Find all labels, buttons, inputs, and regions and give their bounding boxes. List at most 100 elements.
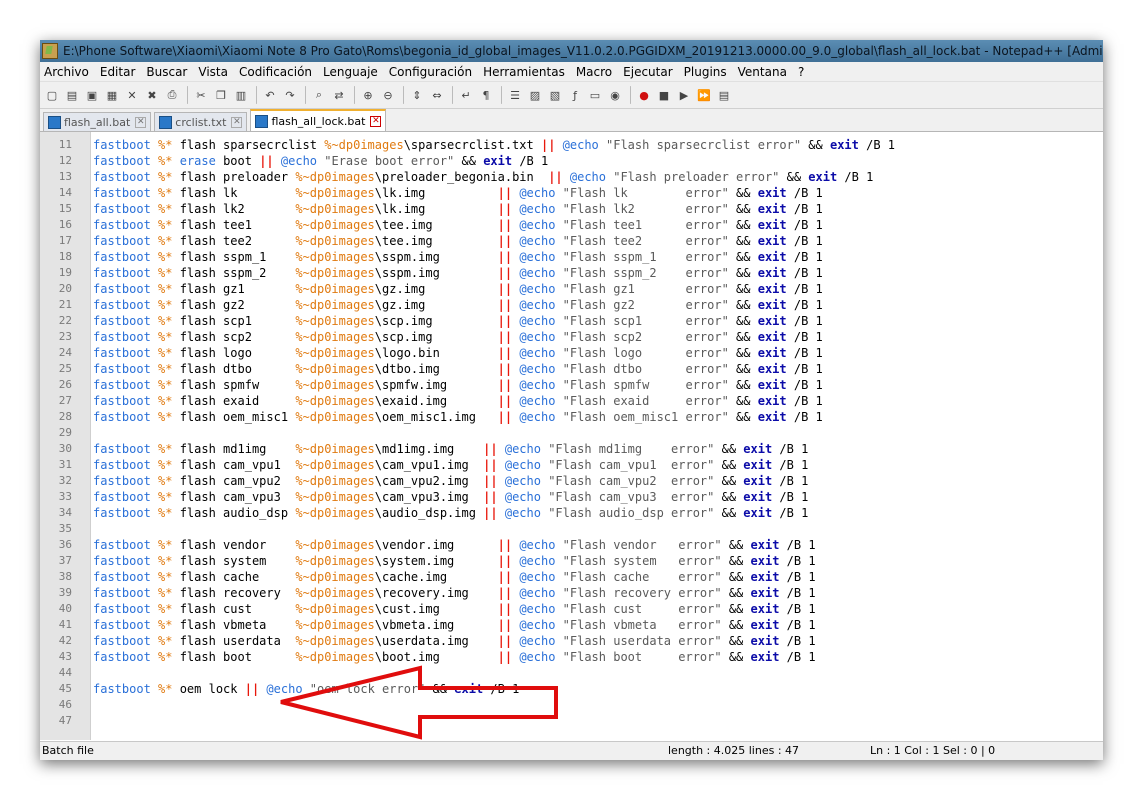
- token: "Flash spmfw error": [555, 378, 729, 392]
- tab-1[interactable]: crclist.txt ✕: [154, 112, 248, 131]
- menu-item-4[interactable]: Codificación: [239, 65, 312, 79]
- cut-icon[interactable]: ✂: [193, 87, 209, 103]
- code-line[interactable]: 36 fastboot %* flash vendor %~dp0images\v…: [40, 537, 1103, 553]
- code-line[interactable]: 16 fastboot %* flash tee1 %~dp0images\tee…: [40, 217, 1103, 233]
- code-line[interactable]: 13 fastboot %* flash preloader %~dp0image…: [40, 169, 1103, 185]
- doc-map-icon[interactable]: ▧: [547, 87, 563, 103]
- user-language-icon[interactable]: ▨: [527, 87, 543, 103]
- code-line[interactable]: 44: [40, 665, 1103, 681]
- code-line[interactable]: 11 fastboot %* flash sparsecrclist %~dp0i…: [40, 137, 1103, 153]
- new-file-icon[interactable]: ▢: [44, 87, 60, 103]
- menu-item-10[interactable]: Plugins: [684, 65, 727, 79]
- code-line[interactable]: 18 fastboot %* flash sspm_1 %~dp0images\s…: [40, 249, 1103, 265]
- menu-item-11[interactable]: Ventana: [738, 65, 787, 79]
- token: ||: [497, 330, 513, 344]
- play-macro-icon[interactable]: ▶: [676, 87, 692, 103]
- tab-0[interactable]: flash_all.bat ✕: [43, 112, 152, 131]
- code-line[interactable]: 21 fastboot %* flash gz2 %~dp0images\gz.i…: [40, 297, 1103, 313]
- code-line[interactable]: 42 fastboot %* flash userdata %~dp0images…: [40, 633, 1103, 649]
- save-macro-icon[interactable]: ▤: [716, 87, 732, 103]
- code-line[interactable]: 38 fastboot %* flash cache %~dp0images\ca…: [40, 569, 1103, 585]
- zoom-in-icon[interactable]: ⊕: [360, 87, 376, 103]
- token: flash audio_dsp: [172, 506, 296, 520]
- code-line[interactable]: 33 fastboot %* flash cam_vpu3 %~dp0images…: [40, 489, 1103, 505]
- token: %*: [158, 602, 173, 616]
- sync-vertical-icon[interactable]: ⇕: [409, 87, 425, 103]
- code-line[interactable]: 22 fastboot %* flash scp1 %~dp0images\scp…: [40, 313, 1103, 329]
- code-line[interactable]: 43 fastboot %* flash boot %~dp0images\boo…: [40, 649, 1103, 665]
- menu-item-12[interactable]: ?: [798, 65, 804, 79]
- sync-horizontal-icon[interactable]: ⇔: [429, 87, 445, 103]
- line-text: fastboot %* flash scp1 %~dp0images\scp.i…: [72, 313, 823, 329]
- code-line[interactable]: 28 fastboot %* flash oem_misc1 %~dp0image…: [40, 409, 1103, 425]
- copy-icon[interactable]: ❐: [213, 87, 229, 103]
- monitor-icon[interactable]: ◉: [607, 87, 623, 103]
- tab-close-icon[interactable]: ✕: [231, 116, 243, 128]
- code-line[interactable]: 27 fastboot %* flash exaid %~dp0images\ex…: [40, 393, 1103, 409]
- undo-icon[interactable]: ↶: [262, 87, 278, 103]
- zoom-out-icon[interactable]: ⊖: [380, 87, 396, 103]
- code-line[interactable]: 30 fastboot %* flash md1img %~dp0images\m…: [40, 441, 1103, 457]
- save-icon[interactable]: ▣: [84, 87, 100, 103]
- code-line[interactable]: 32 fastboot %* flash cam_vpu2 %~dp0images…: [40, 473, 1103, 489]
- print-icon[interactable]: ⎙: [164, 87, 180, 103]
- code-line[interactable]: 12 fastboot %* erase boot || @echo "Erase…: [40, 153, 1103, 169]
- code-line[interactable]: 46: [40, 697, 1103, 713]
- editor-area[interactable]: 11 fastboot %* flash sparsecrclist %~dp0i…: [40, 132, 1103, 740]
- close-icon[interactable]: ✕: [124, 87, 140, 103]
- code-line[interactable]: 23 fastboot %* flash scp2 %~dp0images\scp…: [40, 329, 1103, 345]
- menu-item-8[interactable]: Macro: [576, 65, 612, 79]
- token: @echo: [519, 586, 556, 600]
- menu-item-9[interactable]: Ejecutar: [623, 65, 673, 79]
- code-line[interactable]: 37 fastboot %* flash system %~dp0images\s…: [40, 553, 1103, 569]
- menu-item-3[interactable]: Vista: [198, 65, 228, 79]
- record-macro-icon[interactable]: ●: [636, 87, 652, 103]
- token: /B 1: [786, 362, 823, 376]
- menu-item-1[interactable]: Editar: [100, 65, 136, 79]
- code-view[interactable]: 11 fastboot %* flash sparsecrclist %~dp0i…: [40, 137, 1103, 729]
- code-line[interactable]: 24 fastboot %* flash logo %~dp0images\log…: [40, 345, 1103, 361]
- code-line[interactable]: 45 fastboot %* oem lock || @echo "oem loc…: [40, 681, 1103, 697]
- paste-icon[interactable]: ▥: [233, 87, 249, 103]
- find-icon[interactable]: ⌕: [311, 87, 327, 103]
- code-line[interactable]: 39 fastboot %* flash recovery %~dp0images…: [40, 585, 1103, 601]
- code-line[interactable]: 17 fastboot %* flash tee2 %~dp0images\tee…: [40, 233, 1103, 249]
- function-list-icon[interactable]: ƒ: [567, 87, 583, 103]
- code-line[interactable]: 31 fastboot %* flash cam_vpu1 %~dp0images…: [40, 457, 1103, 473]
- menu-item-7[interactable]: Herramientas: [483, 65, 565, 79]
- open-file-icon[interactable]: ▤: [64, 87, 80, 103]
- tab-2[interactable]: flash_all_lock.bat ✕: [250, 109, 387, 131]
- code-line[interactable]: 19 fastboot %* flash sspm_2 %~dp0images\s…: [40, 265, 1103, 281]
- save-all-icon[interactable]: ▦: [104, 87, 120, 103]
- word-wrap-icon[interactable]: ↵: [458, 87, 474, 103]
- show-all-chars-icon[interactable]: ¶: [478, 87, 494, 103]
- code-line[interactable]: 35: [40, 521, 1103, 537]
- code-line[interactable]: 41 fastboot %* flash vbmeta %~dp0images\v…: [40, 617, 1103, 633]
- token: "Flash tee1 error": [555, 218, 729, 232]
- line-number: 11: [58, 138, 72, 151]
- code-line[interactable]: 20 fastboot %* flash gz1 %~dp0images\gz.i…: [40, 281, 1103, 297]
- code-line[interactable]: 47: [40, 713, 1103, 729]
- folder-icon[interactable]: ▭: [587, 87, 603, 103]
- code-line[interactable]: 25 fastboot %* flash dtbo %~dp0images\dtb…: [40, 361, 1103, 377]
- code-line[interactable]: 15 fastboot %* flash lk2 %~dp0images\lk.i…: [40, 201, 1103, 217]
- menu-item-2[interactable]: Buscar: [146, 65, 187, 79]
- tab-close-icon[interactable]: ✕: [370, 115, 382, 127]
- code-line[interactable]: 29: [40, 425, 1103, 441]
- code-line[interactable]: 34 fastboot %* flash audio_dsp %~dp0image…: [40, 505, 1103, 521]
- tab-close-icon[interactable]: ✕: [135, 116, 147, 128]
- title-bar[interactable]: E:\Phone Software\Xiaomi\Xiaomi Note 8 P…: [40, 40, 1103, 62]
- code-line[interactable]: 26 fastboot %* flash spmfw %~dp0images\sp…: [40, 377, 1103, 393]
- code-line[interactable]: 40 fastboot %* flash cust %~dp0images\cus…: [40, 601, 1103, 617]
- indent-guide-icon[interactable]: ☰: [507, 87, 523, 103]
- menu-item-0[interactable]: Archivo: [44, 65, 89, 79]
- close-all-icon[interactable]: ✖: [144, 87, 160, 103]
- redo-icon[interactable]: ↷: [282, 87, 298, 103]
- menu-item-6[interactable]: Configuración: [389, 65, 472, 79]
- stop-macro-icon[interactable]: ■: [656, 87, 672, 103]
- menu-item-5[interactable]: Lenguaje: [323, 65, 378, 79]
- run-macro-multiple-icon[interactable]: ⏩: [696, 87, 712, 103]
- code-line[interactable]: 14 fastboot %* flash lk %~dp0images\lk.im…: [40, 185, 1103, 201]
- replace-icon[interactable]: ⇄: [331, 87, 347, 103]
- line-number: 39: [58, 586, 72, 599]
